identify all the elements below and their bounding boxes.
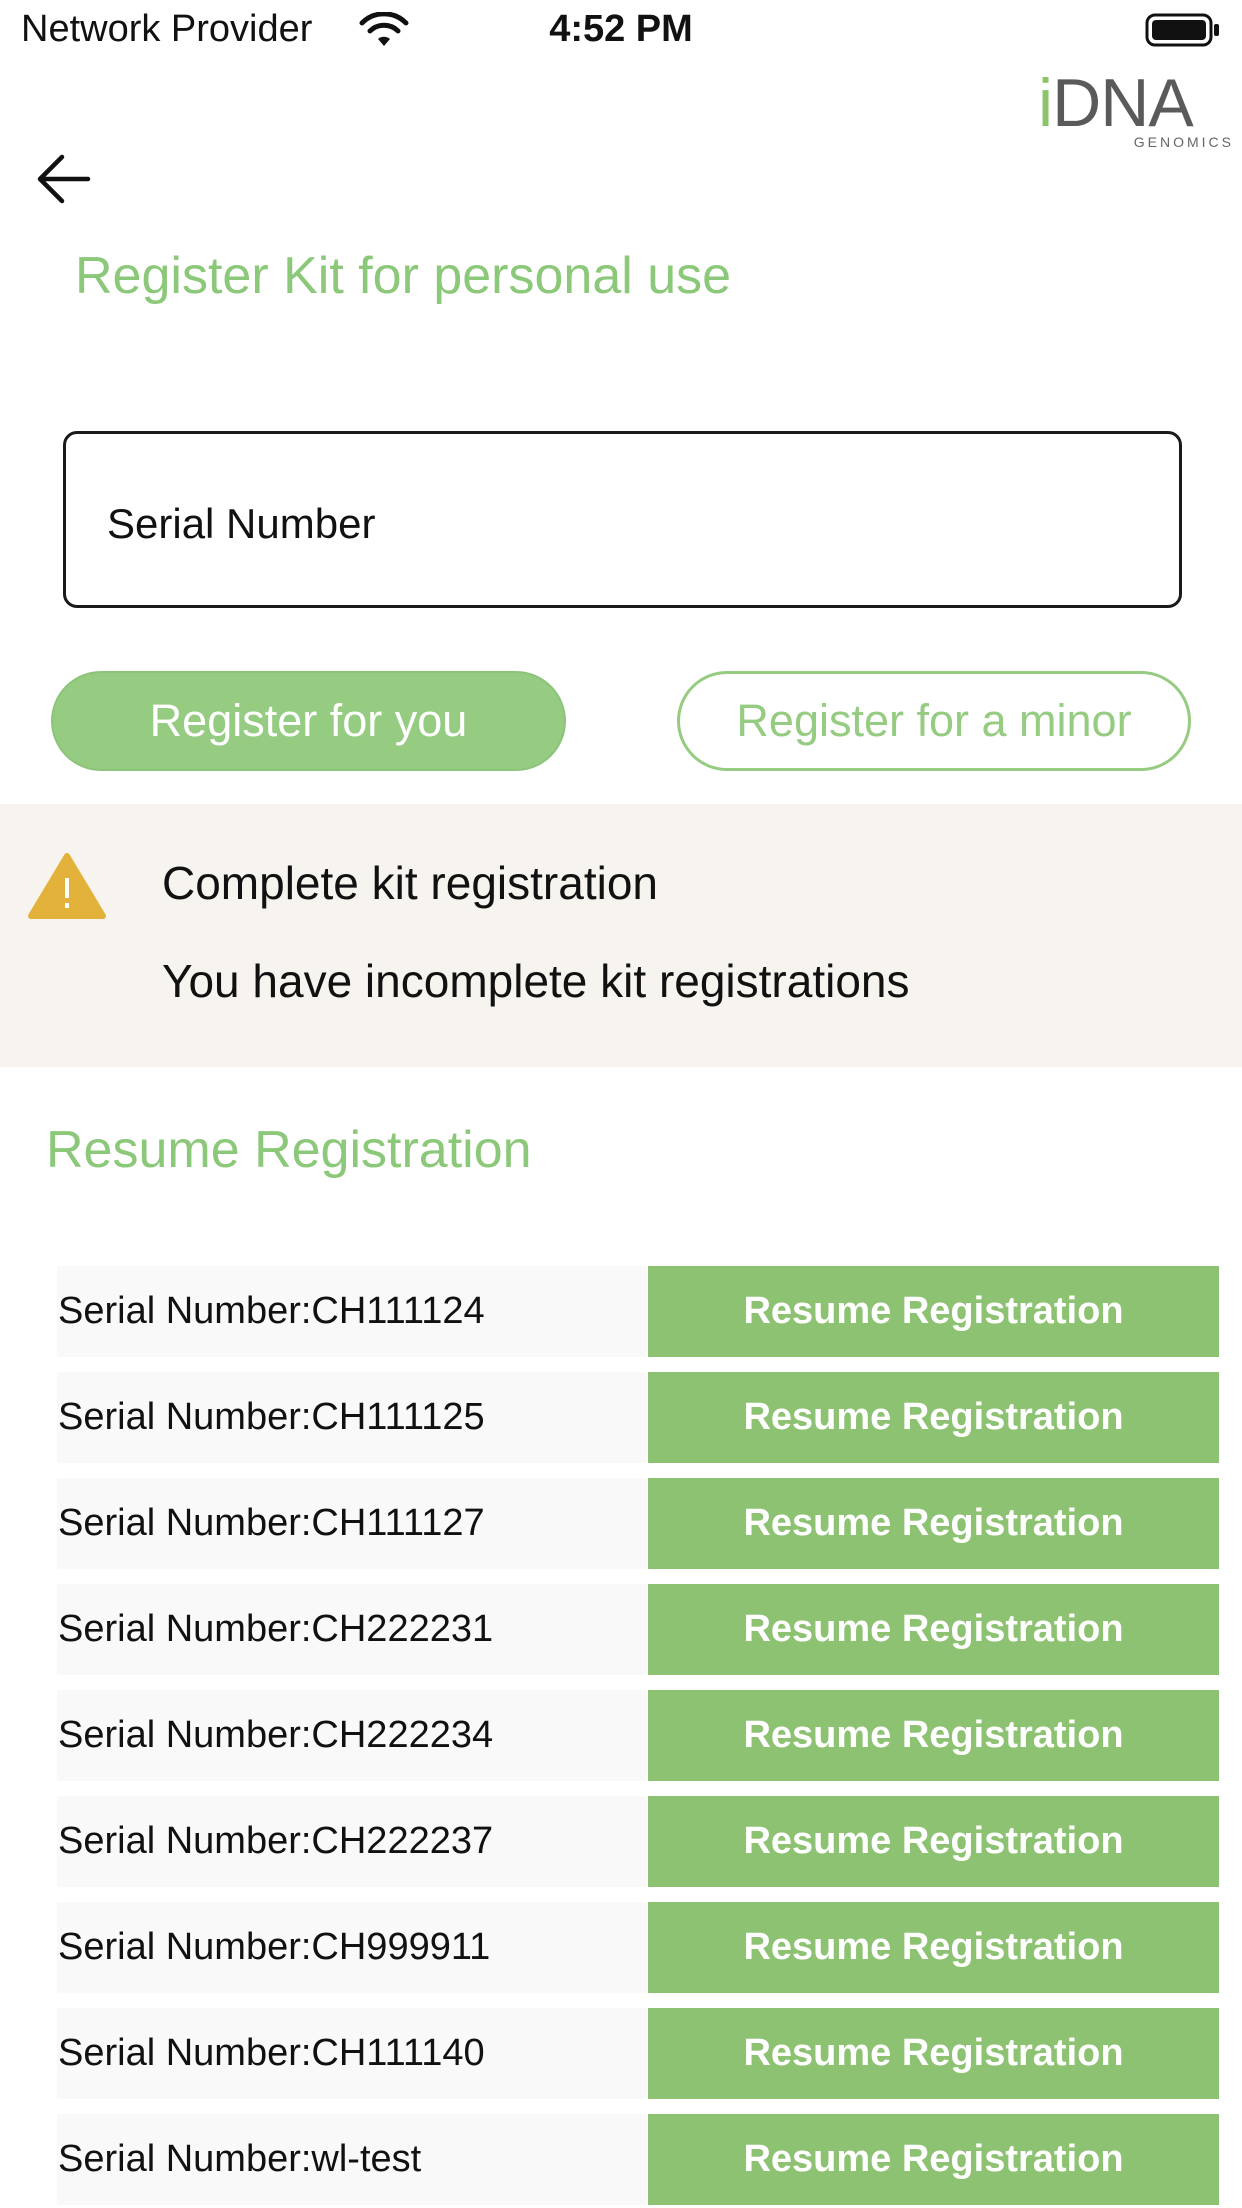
- incomplete-registration-banner: Complete kit registration You have incom…: [0, 804, 1242, 1067]
- idna-logo: iDNA GENOMICS: [1038, 65, 1234, 150]
- resume-registration-button[interactable]: Resume Registration: [648, 1584, 1219, 1675]
- resume-registration-button[interactable]: Resume Registration: [648, 2008, 1219, 2099]
- serial-number-label: Serial Number:CH222237: [58, 1820, 494, 1862]
- resume-registration-button[interactable]: Resume Registration: [648, 2114, 1219, 2205]
- serial-number-label: Serial Number:wl-test: [58, 2138, 422, 2180]
- serial-number-placeholder: Serial Number: [107, 500, 376, 547]
- page-title: Register Kit for personal use: [75, 247, 732, 305]
- serial-number-label: Serial Number:CH999911: [58, 1926, 491, 1968]
- list-item: Serial Number:CH111125 Resume Registrati…: [57, 1372, 1219, 1463]
- resume-registration-button[interactable]: Resume Registration: [648, 1478, 1219, 1569]
- serial-number-label: Serial Number:CH222231: [58, 1608, 494, 1650]
- register-for-you-button[interactable]: Register for you: [51, 671, 566, 771]
- resume-registration-button[interactable]: Resume Registration: [648, 1266, 1219, 1357]
- resume-registration-button[interactable]: Resume Registration: [648, 1372, 1219, 1463]
- serial-number-label: Serial Number:CH111125: [58, 1396, 485, 1438]
- serial-number-label: Serial Number:CH222234: [58, 1714, 494, 1756]
- serial-number-label: Serial Number:CH111124: [58, 1290, 485, 1332]
- battery-icon: [1145, 13, 1219, 47]
- status-bar: Network Provider 4:52 PM: [0, 0, 1242, 60]
- resume-registration-button[interactable]: Resume Registration: [648, 1902, 1219, 1993]
- serial-number-label: Serial Number:CH111140: [58, 2032, 485, 2074]
- banner-title: Complete kit registration: [162, 857, 658, 909]
- resume-registration-button[interactable]: Resume Registration: [648, 1690, 1219, 1781]
- list-item: Serial Number:wl-test Resume Registratio…: [57, 2114, 1219, 2205]
- clock: 4:52 PM: [549, 8, 693, 50]
- resume-section-title: Resume Registration: [46, 1121, 532, 1179]
- list-item: Serial Number:CH222234 Resume Registrati…: [57, 1690, 1219, 1781]
- serial-number-label: Serial Number:CH111127: [58, 1502, 485, 1544]
- resume-registration-button[interactable]: Resume Registration: [648, 1796, 1219, 1887]
- back-arrow-icon[interactable]: [34, 150, 92, 208]
- banner-message: You have incomplete kit registrations: [162, 955, 910, 1007]
- list-item: Serial Number:CH111127 Resume Registrati…: [57, 1478, 1219, 1569]
- list-item: Serial Number:CH999911 Resume Registrati…: [57, 1902, 1219, 1993]
- list-item: Serial Number:CH222231 Resume Registrati…: [57, 1584, 1219, 1675]
- list-item: Serial Number:CH222237 Resume Registrati…: [57, 1796, 1219, 1887]
- warning-icon: [28, 853, 106, 919]
- register-for-minor-button[interactable]: Register for a minor: [677, 671, 1191, 771]
- serial-number-input[interactable]: Serial Number: [63, 431, 1182, 608]
- list-item: Serial Number:CH111124 Resume Registrati…: [57, 1266, 1219, 1357]
- list-item: Serial Number:CH111140 Resume Registrati…: [57, 2008, 1219, 2099]
